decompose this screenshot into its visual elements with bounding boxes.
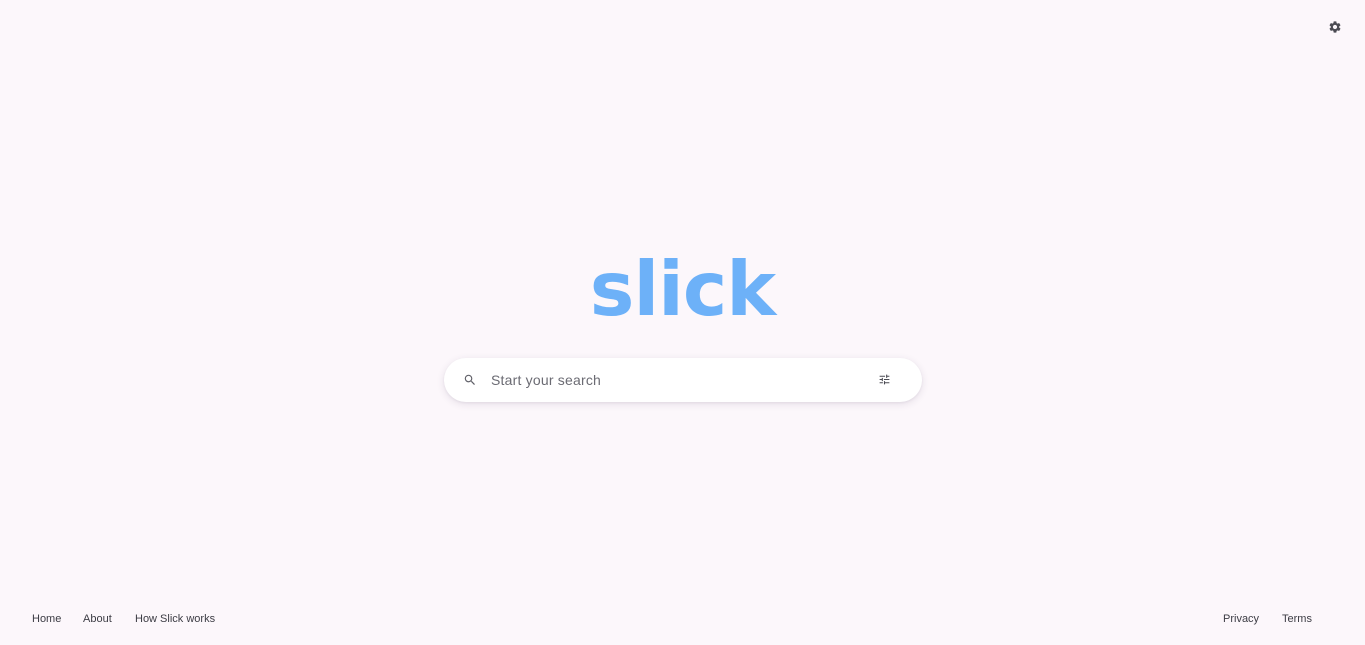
footer-link-privacy[interactable]: Privacy [1223,612,1259,626]
footer-link-home[interactable]: Home [32,612,61,626]
gear-icon [1329,21,1341,33]
filter-button[interactable] [878,373,891,386]
logo: slick [589,245,776,333]
search-icon [464,374,475,385]
settings-button[interactable] [1328,20,1342,34]
search-bar[interactable] [444,358,922,402]
search-input[interactable] [491,358,851,402]
footer-link-how-slick-works[interactable]: How Slick works [135,612,215,626]
tune-sliders-icon [879,374,890,385]
footer-link-terms[interactable]: Terms [1282,612,1312,626]
footer-link-about[interactable]: About [83,612,112,626]
